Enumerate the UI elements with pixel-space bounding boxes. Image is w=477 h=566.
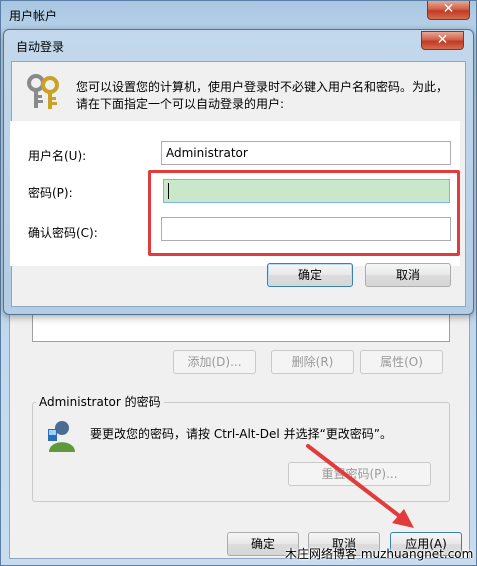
password-label: 密码(P): [28,186,73,200]
window-close-button[interactable]: ✕ [427,1,470,20]
keys-icon [27,74,59,109]
confirm-password-label: 确认密码(C): [28,226,98,240]
dialog-close-button[interactable]: ✕ [421,31,464,50]
dialog-cancel-button[interactable]: 取消 [365,263,451,287]
username-label: 用户名(U): [28,149,87,163]
dialog-description-line2: 请在下面指定一个可以自动登录的用户: [76,97,285,111]
user-key-icon [48,421,75,452]
reset-password-button[interactable]: 重置密码(P)... [288,462,431,486]
username-input[interactable]: Administrator [161,141,451,165]
watermark: 木庄网络博客 muzhuangnet.com [285,547,474,561]
properties-button[interactable]: 属性(O) [360,350,443,374]
dialog-ok-button[interactable]: 确定 [267,263,353,287]
password-group [32,402,450,502]
add-user-button[interactable]: 添加(D)... [173,350,256,374]
dialog-description-line1: 您可以设置您的计算机，使用户登录时不必键入用户名和密码。为此， [76,80,449,94]
window-title: 用户帐户 [9,9,58,23]
change-password-instruction: 要更改您的密码，请按 Ctrl-Alt-Del 并选择“更改密码”。 [90,427,393,441]
dialog-title: 自动登录 [16,40,65,54]
password-group-title: Administrator 的密码 [36,393,164,410]
remove-user-button[interactable]: 删除(R) [271,350,354,374]
highlight-box [148,170,460,256]
